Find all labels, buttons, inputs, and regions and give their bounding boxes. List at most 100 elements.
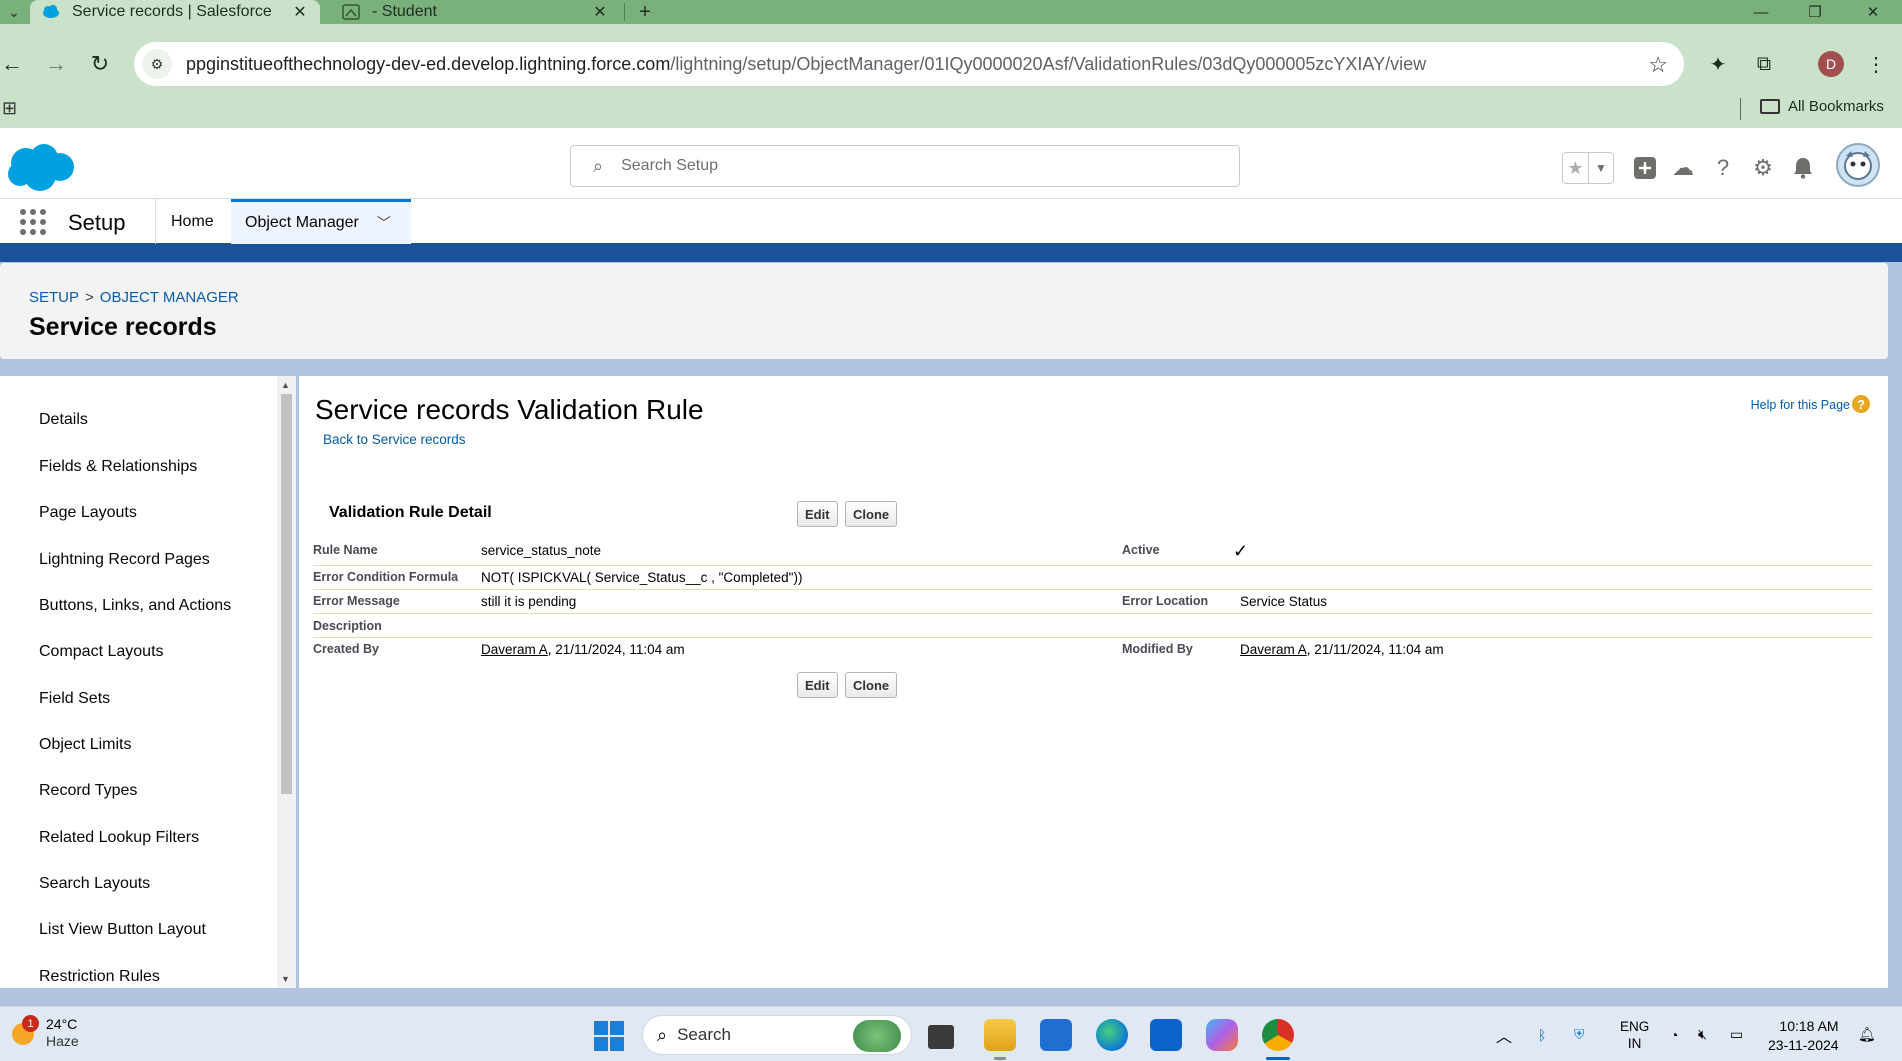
all-bookmarks-button[interactable]: All Bookmarks [1760,98,1884,115]
tab-service-records[interactable]: Service records | Salesforce ✕ [30,0,320,24]
scroll-up-icon[interactable]: ▲ [281,380,290,390]
breadcrumb-object-manager[interactable]: OBJECT MANAGER [100,289,239,306]
restore-icon[interactable]: ❐ [1792,0,1838,24]
tab-close-icon[interactable]: ✕ [590,2,610,22]
file-explorer-icon[interactable] [984,1019,1016,1051]
remote-desktop-icon[interactable] [1150,1019,1182,1051]
show-hidden-icons-chevron-icon[interactable]: ︿ [1496,1007,1512,1061]
breadcrumb-setup[interactable]: SETUP [29,289,79,306]
trailhead-favicon-icon [342,3,360,21]
new-tab-button[interactable]: + [632,0,658,24]
scrollbar-thumb[interactable] [281,394,292,794]
modified-by-user-link[interactable]: Daveram A [1240,642,1307,657]
language-bottom: IN [1627,1035,1642,1051]
created-by-value: Daveram A, 21/11/2024, 11:04 am [481,642,685,657]
tab-close-icon[interactable]: ✕ [290,2,310,22]
setup-gear-icon[interactable]: ⚙ [1748,153,1778,183]
favorites-button[interactable]: ★ ▼ [1562,152,1614,184]
sidebar-item-details[interactable]: Details [39,411,88,429]
sidebar-item-field-sets[interactable]: Field Sets [39,690,110,708]
favorites-star-icon[interactable]: ★ [1563,153,1588,183]
trailhead-icon[interactable]: ☁ [1668,153,1698,183]
system-clock[interactable]: 10:18 AM 23-11-2024 [1768,1017,1839,1055]
reload-icon[interactable]: ↻ [82,46,118,82]
battery-icon[interactable]: ▭ [1730,1007,1743,1061]
security-shield-icon[interactable]: ⛨ [1574,1007,1585,1061]
sidebar-item-compact-layouts[interactable]: Compact Layouts [39,643,164,661]
nav-tab-object-manager[interactable]: Object Manager ﹀ [231,199,411,244]
clone-button-bottom[interactable]: Clone [845,672,898,698]
sidebar-item-buttons-links-actions[interactable]: Buttons, Links, and Actions [39,597,231,615]
sidebar-item-page-layouts[interactable]: Page Layouts [39,504,137,522]
formula-label: Error Condition Formula [313,570,459,584]
browser-menu-icon[interactable]: ⋮ [1858,46,1894,82]
bookmark-star-icon[interactable]: ☆ [1648,52,1668,78]
rule-name-label: Rule Name [313,543,378,557]
breadcrumb: SETUP > OBJECT MANAGER [29,289,239,306]
tab-student[interactable]: - Student ✕ [330,0,620,24]
wifi-icon[interactable]: ◔ [1670,1007,1678,1061]
search-setup-box[interactable]: ⌕ [570,145,1240,187]
sidebar-item-restriction-rules[interactable]: Restriction Rules [39,968,160,986]
windows-start-icon[interactable] [594,1021,624,1051]
forward-icon[interactable]: → [38,46,74,82]
minimize-icon[interactable]: — [1738,0,1784,24]
salesforce-logo[interactable] [4,141,76,198]
microsoft-store-icon[interactable] [1040,1019,1072,1051]
tab-search-chevron-icon[interactable]: ⌄ [0,0,28,24]
ai-sparkle-icon[interactable]: ✦ [1700,46,1736,82]
taskbar-search[interactable]: ⌕ Search [642,1015,912,1055]
app-launcher-icon[interactable] [18,207,48,237]
favorites-dropdown-icon[interactable]: ▼ [1587,153,1613,183]
edge-browser-icon[interactable] [1096,1019,1128,1051]
profile-avatar[interactable]: D [1818,51,1844,77]
setup-navigation-bar: Setup Home Object Manager ﹀ [0,198,1902,246]
notifications-bell-icon[interactable] [1788,153,1818,183]
detail-row-error-message: Error Message still it is pending Error … [313,590,1873,614]
help-for-page-link[interactable]: Help for this Page [1751,398,1850,412]
bluetooth-icon[interactable]: ᛒ [1538,1007,1546,1061]
volume-muted-icon[interactable]: 🔇︎ [1698,1007,1707,1061]
address-bar[interactable]: ⚙ ppginstitueofthechnology-dev-ed.develo… [134,42,1684,86]
chevron-down-icon[interactable]: ﹀ [377,213,391,233]
task-view-icon[interactable] [928,1025,954,1049]
weather-widget[interactable]: 1 24°C Haze [8,1015,79,1049]
back-to-service-records-link[interactable]: Back to Service records [323,432,466,447]
site-info-icon[interactable]: ⚙ [142,49,172,79]
folder-icon [1760,99,1780,114]
tab-title: - Student [372,3,437,20]
help-question-icon[interactable]: ? [1852,395,1870,413]
nav-tab-home[interactable]: Home [157,199,228,244]
detail-row-rule-name: Rule Name service_status_note Active ✓ [313,538,1873,566]
sidebar-item-object-limits[interactable]: Object Limits [39,736,131,754]
clone-button[interactable]: Clone [845,501,898,527]
global-actions-icon[interactable] [1630,153,1660,183]
help-icon[interactable]: ? [1708,153,1738,183]
tab-title: Service records | Salesforce [72,3,272,20]
notification-bell-icon[interactable]: 🔔︎ [1858,1007,1876,1061]
taskbar-search-label: Search [677,1025,731,1044]
sidebar-item-lightning-record-pages[interactable]: Lightning Record Pages [39,551,210,569]
user-avatar[interactable] [1836,143,1880,187]
edit-button[interactable]: Edit [797,501,838,527]
search-setup-input[interactable] [621,157,1182,175]
sidebar-item-fields-relationships[interactable]: Fields & Relationships [39,458,197,476]
apps-grid-icon[interactable]: ⊞ [2,98,17,119]
copilot-icon[interactable] [1206,1019,1238,1051]
edit-button-bottom[interactable]: Edit [797,672,838,698]
sidebar-item-list-view-button-layout[interactable]: List View Button Layout [39,921,206,939]
error-location-label: Error Location [1122,594,1209,608]
bookmarks-divider [1740,98,1741,120]
created-by-user-link[interactable]: Daveram A [481,642,548,657]
chrome-browser-icon[interactable] [1262,1019,1294,1051]
error-message-label: Error Message [313,594,400,608]
sidebar-item-related-lookup-filters[interactable]: Related Lookup Filters [39,829,199,847]
sidebar-item-search-layouts[interactable]: Search Layouts [39,875,150,893]
sidebar-item-record-types[interactable]: Record Types [39,782,137,800]
close-window-icon[interactable]: ✕ [1850,0,1896,24]
language-indicator[interactable]: ENG IN [1620,1007,1649,1061]
back-icon[interactable]: ← [0,46,30,82]
scroll-down-icon[interactable]: ▼ [281,974,290,984]
extensions-icon[interactable]: ⧉ [1746,46,1782,82]
sidebar-scrollbar[interactable]: ▲ ▼ [277,376,296,988]
